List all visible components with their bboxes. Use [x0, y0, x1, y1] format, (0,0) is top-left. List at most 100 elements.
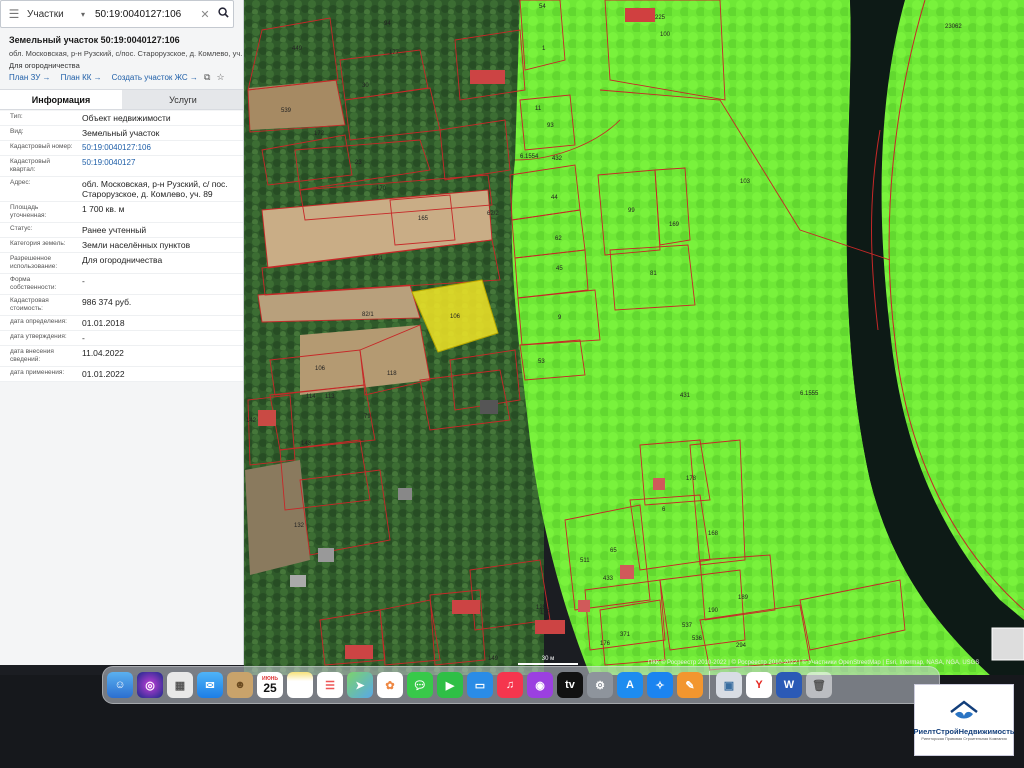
- info-key: дата применения:: [10, 369, 65, 376]
- notes-icon[interactable]: [287, 672, 313, 698]
- plot-label: 449: [292, 46, 303, 52]
- messages-icon[interactable]: 💬︎: [407, 672, 433, 698]
- company-logo-icon: [950, 699, 978, 718]
- plot-label: 433: [603, 576, 614, 582]
- info-key: Площадь уточненная:: [10, 204, 47, 219]
- keynote-icon[interactable]: ▭: [467, 672, 493, 698]
- close-icon[interactable]: ✕: [197, 8, 213, 21]
- facetime-icon[interactable]: ▶: [437, 672, 463, 698]
- info-row: дата утверждения: -: [0, 331, 243, 346]
- info-row: Разрешенное использование: Для огородниче…: [0, 253, 243, 274]
- siri-icon[interactable]: ◎: [137, 672, 163, 698]
- info-value-link[interactable]: 50:19:0040127: [78, 156, 243, 176]
- plot-label: 432: [552, 156, 563, 162]
- object-use: Для огородничества: [9, 61, 80, 70]
- layer-thumbnail[interactable]: [991, 627, 1024, 661]
- plot-label: 172: [314, 131, 325, 137]
- plot-label: 6.1554: [520, 154, 539, 160]
- word-icon[interactable]: W: [776, 672, 802, 698]
- plot-label: 62/2: [487, 211, 499, 217]
- selected-parcel-label: 106: [450, 314, 461, 320]
- create-parcel-link[interactable]: Создать участок ЖС →: [112, 73, 198, 82]
- star-icon[interactable]: ☆: [216, 72, 224, 83]
- trash-icon[interactable]: 🗑︎: [806, 672, 832, 698]
- music-icon[interactable]: ♫: [497, 672, 523, 698]
- info-row: Кадастровый квартал: 50:19:0040127: [0, 156, 243, 177]
- plot-label: 537: [682, 623, 693, 629]
- plot-label: 23: [355, 160, 362, 166]
- plan-zu-link[interactable]: План ЗУ →: [9, 73, 51, 82]
- preview-icon[interactable]: ▣: [716, 672, 742, 698]
- info-value: Объект недвижимости: [82, 113, 171, 123]
- company-tagline: Риелторская Правовая Строительная Компан…: [921, 736, 1007, 741]
- plot-label: 23062: [945, 24, 962, 30]
- tv-icon[interactable]: tv: [557, 672, 583, 698]
- action-icons: ⧉ ☆: [204, 72, 225, 83]
- plot-label: 539: [281, 108, 292, 114]
- calendar-icon[interactable]: ИЮНЬ 25: [257, 672, 283, 698]
- info-value: 1 700 кв. м: [82, 204, 125, 214]
- info-key: дата внесения сведений:: [10, 348, 54, 363]
- pages-icon[interactable]: ✎: [677, 672, 703, 698]
- info-key: Категория земель:: [10, 240, 66, 247]
- search-icon[interactable]: [213, 7, 233, 21]
- search-input[interactable]: 50:19:0040127:106: [95, 9, 197, 20]
- search-bar[interactable]: ☰ Участки ▾ 50:19:0040127:106 ✕: [0, 0, 234, 28]
- menu-icon[interactable]: ☰: [1, 7, 27, 21]
- dock-separator: [709, 671, 710, 699]
- plot-label: 45: [556, 266, 563, 272]
- info-row: дата применения: 01.01.2022: [0, 367, 243, 382]
- podcasts-icon[interactable]: ◉: [527, 672, 553, 698]
- settings-icon[interactable]: ⚙: [587, 672, 613, 698]
- maps-icon[interactable]: ➤: [347, 672, 373, 698]
- plot-label: 142: [246, 418, 257, 424]
- plot-label: 65: [610, 548, 617, 554]
- info-row: дата определения: 01.01.2018: [0, 316, 243, 331]
- plot-label: 6.1555: [800, 391, 819, 397]
- plot-label: 132: [294, 523, 305, 529]
- contacts-icon[interactable]: ☻: [227, 672, 253, 698]
- plan-kk-link[interactable]: План КК →: [61, 73, 102, 82]
- safari-icon[interactable]: ✧: [647, 672, 673, 698]
- plot-label: 143: [301, 441, 312, 447]
- plot-label: 101: [373, 256, 384, 262]
- field-area: [245, 460, 310, 575]
- photos-icon[interactable]: ✿: [377, 672, 403, 698]
- mail-icon[interactable]: ✉: [197, 672, 223, 698]
- info-value-link[interactable]: 50:19:0040127:106: [78, 141, 243, 155]
- plot-label: 431: [680, 393, 691, 399]
- info-value: -: [82, 276, 85, 286]
- plot-label: 82/1: [362, 312, 374, 318]
- info-key: Кадастровый номер:: [10, 143, 73, 150]
- search-type-select[interactable]: Участки: [27, 9, 81, 20]
- tab-info[interactable]: Информация: [0, 90, 122, 109]
- info-value: Для огородничества: [82, 255, 163, 265]
- plot-label: 178: [686, 476, 697, 482]
- info-row: Статус: Ранее учтенный: [0, 223, 243, 238]
- yandex-icon[interactable]: Y: [746, 672, 772, 698]
- plot-label: 190: [708, 608, 719, 614]
- plot-label: 114: [306, 394, 316, 400]
- plot-label: 371: [620, 632, 631, 638]
- info-key: Тип:: [10, 113, 23, 120]
- finder-icon[interactable]: ☺: [107, 672, 133, 698]
- reminders-icon[interactable]: ☰: [317, 672, 343, 698]
- plot-label: 62: [555, 236, 562, 242]
- scale-bar: 30 м: [518, 656, 578, 666]
- copy-icon[interactable]: ⧉: [204, 72, 210, 83]
- info-value: 11.04.2022: [82, 348, 124, 358]
- info-value: Земли населённых пунктов: [82, 240, 191, 250]
- company-watermark: РиелтСтройНедвижимость Риелторская Право…: [914, 684, 1014, 756]
- launchpad-icon[interactable]: ▦: [167, 672, 193, 698]
- chevron-down-icon[interactable]: ▾: [81, 10, 95, 19]
- plot-label: 11: [535, 106, 542, 112]
- info-key: Статус:: [10, 225, 33, 232]
- appstore-icon[interactable]: A: [617, 672, 643, 698]
- info-key: дата определения:: [10, 318, 67, 325]
- action-links: План ЗУ → План КК → Создать участок ЖС →: [9, 73, 198, 82]
- plot-label: 176: [600, 641, 611, 647]
- info-key: Кадастровый квартал:: [10, 158, 51, 173]
- plot-label: 30: [362, 83, 369, 89]
- plot-label: 536: [692, 636, 703, 642]
- tab-services[interactable]: Услуги: [122, 90, 243, 109]
